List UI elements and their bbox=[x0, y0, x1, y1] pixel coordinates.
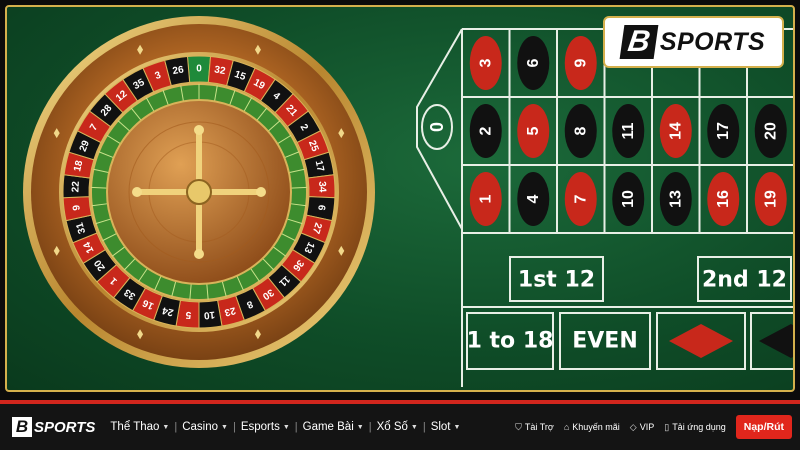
board-number: 6 bbox=[525, 58, 542, 67]
tag-icon: ⌂ bbox=[563, 422, 570, 432]
board-number: 20 bbox=[762, 122, 779, 140]
black-diamond-icon bbox=[759, 324, 793, 358]
link-label: Tải ứng dụng bbox=[672, 422, 726, 432]
outside-low-label: 1 to 18 bbox=[467, 329, 554, 354]
wheel-number: 22 bbox=[70, 181, 81, 193]
board-number: 14 bbox=[667, 122, 684, 140]
link-tai-ung-dung[interactable]: ▯ Tải ứng dụng bbox=[664, 422, 726, 433]
menu-label: Slot bbox=[430, 421, 451, 433]
wheel-spoke-knob bbox=[132, 187, 142, 197]
board-number: 13 bbox=[667, 190, 684, 208]
menu-label: Xổ Số bbox=[376, 421, 408, 433]
nav-brand-mark-icon: B bbox=[12, 417, 32, 437]
wheel-fret bbox=[290, 186, 307, 189]
brand-mark-icon: B bbox=[619, 25, 659, 59]
board-number: 16 bbox=[715, 190, 732, 208]
phone-icon: ▯ bbox=[664, 421, 670, 432]
wheel-spoke-knob bbox=[194, 125, 204, 135]
menu-casino[interactable]: Casino ▼ bbox=[177, 421, 233, 433]
caret-down-icon: ▼ bbox=[282, 423, 290, 431]
board-number: 11 bbox=[620, 122, 637, 139]
wheel-turret bbox=[186, 179, 212, 205]
board-number: 19 bbox=[762, 190, 779, 208]
diamond-icon: ◇ bbox=[629, 421, 637, 432]
main-navigation: B SPORTS Thể Thao ▼ | Casino ▼ | Esports ▼ … bbox=[0, 404, 800, 450]
link-label: Khuyến mãi bbox=[572, 422, 620, 432]
caret-down-icon: ▼ bbox=[221, 423, 228, 431]
board-number: 17 bbox=[715, 122, 732, 140]
wheel-fret bbox=[91, 186, 108, 189]
shield-icon: ⛉ bbox=[515, 421, 522, 432]
red-diamond-icon bbox=[669, 324, 733, 358]
board-number: 5 bbox=[525, 126, 542, 135]
board-number: 2 bbox=[477, 126, 494, 135]
deposit-withdraw-button[interactable]: Nạp/Rút bbox=[735, 415, 792, 439]
nav-logo[interactable]: B SPORTS bbox=[12, 417, 95, 437]
caret-down-icon: ▼ bbox=[453, 423, 461, 431]
outside-even-label: EVEN bbox=[572, 329, 638, 354]
link-khuyen-mai[interactable]: ⌂ Khuyến mãi bbox=[564, 422, 620, 432]
board-number: 4 bbox=[525, 194, 542, 203]
brand-wordmark: SPORTS bbox=[659, 27, 766, 56]
link-label: VIP bbox=[639, 422, 655, 432]
link-vip[interactable]: ◇ VIP bbox=[630, 422, 654, 433]
board-number: 7 bbox=[572, 194, 589, 203]
wheel-number: 26 bbox=[172, 64, 185, 77]
menu-slot[interactable]: Slot ▼ bbox=[426, 421, 466, 433]
menu-the-thao[interactable]: Thể Thao ▼ bbox=[105, 421, 174, 433]
nav-right: ⛉ Tài Trợ ⌂ Khuyến mãi ◇ VIP ▯ Tải ứng dụng … bbox=[515, 415, 792, 439]
menu-xo-so[interactable]: Xổ Số ▼ bbox=[372, 421, 423, 433]
wheel-number: 32 bbox=[213, 64, 226, 77]
menu-game-bai[interactable]: Game Bài ▼ bbox=[298, 421, 369, 433]
brand-logo-card: B SPORTS bbox=[603, 16, 784, 68]
caret-down-icon: ▼ bbox=[356, 423, 364, 431]
dozen-1-label: 1st 12 bbox=[518, 268, 595, 293]
caret-down-icon: ▼ bbox=[162, 423, 170, 431]
board-number: 8 bbox=[572, 126, 589, 135]
nav-brand-word: SPORTS bbox=[34, 418, 96, 436]
menu-label: Esports bbox=[240, 421, 280, 433]
menu-esports[interactable]: Esports ▼ bbox=[236, 421, 295, 433]
wheel-number: 10 bbox=[203, 309, 215, 321]
board-number: 3 bbox=[477, 58, 494, 67]
menu-label: Game Bài bbox=[302, 421, 354, 433]
board-number: 9 bbox=[572, 58, 589, 67]
zero-label: 0 bbox=[427, 122, 447, 132]
wheel-number: 0 bbox=[196, 64, 202, 75]
wheel-spoke-knob bbox=[256, 187, 266, 197]
dozen-2-label: 2nd 12 bbox=[702, 268, 787, 293]
menu-label: Casino bbox=[182, 421, 219, 433]
hero-banner: 0 32 15 19 4 21 2 25 17 34 6 27 13 36 11 30 8 23 10 5 24 16 33… bbox=[0, 0, 800, 400]
wheel-number: 34 bbox=[316, 181, 327, 193]
board-number: 1 bbox=[477, 194, 494, 203]
wheel-spoke-knob bbox=[194, 249, 204, 259]
caret-down-icon: ▼ bbox=[410, 423, 418, 431]
nav-menu: Thể Thao ▼ | Casino ▼ | Esports ▼ | Game Bà… bbox=[105, 421, 465, 433]
board-number: 10 bbox=[620, 190, 637, 208]
link-tai-tro[interactable]: ⛉ Tài Trợ bbox=[515, 422, 554, 433]
link-label: Tài Trợ bbox=[524, 422, 554, 432]
menu-label: Thể Thao bbox=[110, 421, 160, 433]
